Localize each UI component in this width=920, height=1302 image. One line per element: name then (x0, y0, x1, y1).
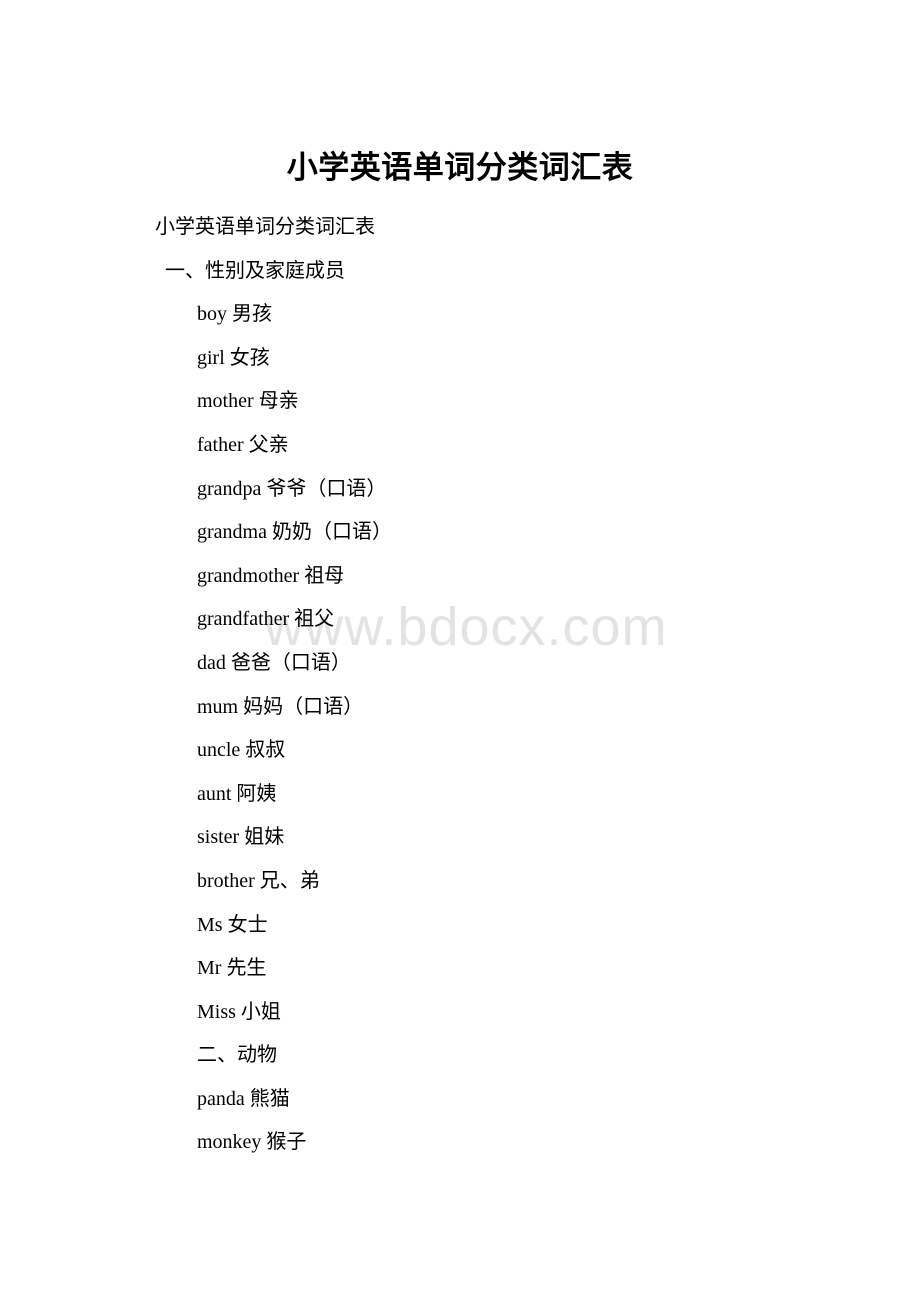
document-line: 二、动物 (197, 1044, 277, 1067)
document-line: boy 男孩 (197, 303, 272, 326)
document-line: monkey 猴子 (197, 1131, 307, 1154)
page-title: 小学英语单词分类词汇表 (286, 150, 634, 185)
document-line: grandfather 祖父 (197, 608, 335, 631)
document-line: panda 熊猫 (197, 1087, 290, 1110)
document-line: 小学英语单词分类词汇表 (155, 216, 375, 238)
document-line: dad 爸爸（口语） (197, 651, 351, 674)
document-body: 小学英语单词分类词汇表 一、性别及家庭成员 boy 男孩 girl 女孩 mother… (0, 206, 920, 1165)
document-line: sister 姐妹 (197, 826, 285, 849)
document-line: girl 女孩 (197, 346, 270, 369)
document-line: grandma 奶奶（口语） (197, 521, 392, 544)
document-line: Ms 女士 (197, 913, 268, 936)
document-line: mum 妈妈（口语） (197, 695, 364, 718)
document-page: www.bdocx.com 小学英语单词分类词汇表 小学英语单词分类词汇表 一、… (0, 0, 920, 1302)
document-line: father 父亲 (197, 433, 289, 456)
document-line: Mr 先生 (197, 957, 267, 980)
document-line: Miss 小姐 (197, 1000, 281, 1023)
document-line: grandpa 爷爷（口语） (197, 477, 387, 500)
document-line: 一、性别及家庭成员 (160, 259, 345, 282)
document-line: uncle 叔叔 (197, 739, 286, 762)
document-line: grandmother 祖母 (197, 564, 345, 587)
document-line: brother 兄、弟 (197, 869, 320, 892)
document-line: aunt 阿姨 (197, 782, 277, 805)
document-line: mother 母亲 (197, 390, 299, 413)
